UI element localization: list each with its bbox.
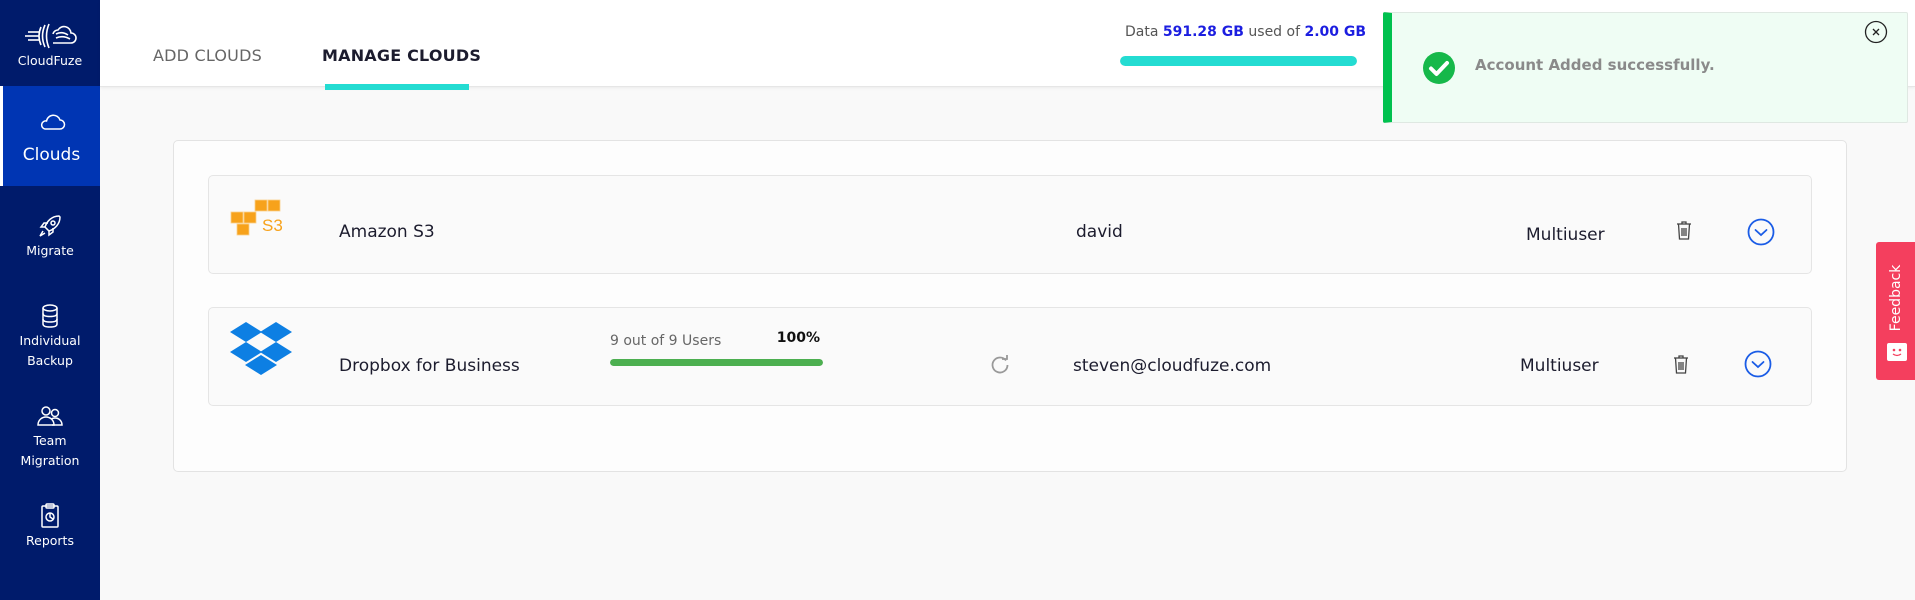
usage-middle: used of bbox=[1248, 24, 1301, 40]
sync-percent: 100% bbox=[776, 330, 820, 346]
users-icon bbox=[37, 406, 63, 426]
cloudfuze-logo-icon bbox=[25, 23, 77, 48]
expand-chevron-icon[interactable] bbox=[1744, 350, 1772, 378]
usage-used: 591.28 GB bbox=[1162, 24, 1244, 40]
storage-usage-fill bbox=[1120, 56, 1357, 66]
storage-usage-text: Data 591.28 GB used of 2.00 GB bbox=[1125, 24, 1366, 40]
sidebar-item-team-migration[interactable]: Team Migration bbox=[0, 386, 100, 486]
account-type: Multiuser bbox=[1520, 356, 1599, 376]
brand-logo[interactable]: CloudFuze bbox=[0, 0, 100, 86]
sidebar-item-reports[interactable]: Reports bbox=[0, 486, 100, 566]
database-icon bbox=[42, 304, 58, 328]
dropbox-logo-icon bbox=[230, 322, 292, 375]
sidebar-item-label: Reports bbox=[26, 533, 74, 548]
account-type: Multiuser bbox=[1526, 225, 1605, 245]
sidebar-item-label-line1: Individual bbox=[19, 333, 81, 348]
sidebar-item-individual-backup[interactable]: Individual Backup bbox=[0, 286, 100, 386]
cloud-name: Dropbox for Business bbox=[339, 356, 520, 376]
cloud-name: Amazon S3 bbox=[339, 222, 435, 242]
cloud-row-amazon-s3: S3 Amazon S3 david Multiuser bbox=[208, 175, 1812, 274]
trash-icon[interactable] bbox=[1671, 352, 1691, 376]
brand-name: CloudFuze bbox=[17, 52, 83, 68]
expand-chevron-icon[interactable] bbox=[1747, 218, 1775, 246]
sidebar-item-label-line1: Team bbox=[33, 433, 67, 448]
trash-icon[interactable] bbox=[1674, 218, 1694, 242]
tab-add-clouds[interactable]: ADD CLOUDS bbox=[153, 46, 262, 65]
feedback-label: Feedback bbox=[1887, 264, 1904, 332]
active-tab-indicator bbox=[325, 84, 469, 90]
sync-status-text: 9 out of 9 Users bbox=[610, 333, 722, 349]
sidebar: CloudFuze Clouds Migrate Individual Back… bbox=[0, 0, 100, 600]
sidebar-item-migrate[interactable]: Migrate bbox=[0, 186, 100, 286]
cloud-user: david bbox=[1076, 222, 1123, 242]
usage-prefix: Data bbox=[1125, 24, 1159, 40]
smiley-chat-icon bbox=[1887, 343, 1907, 361]
cloud-row-dropbox: Dropbox for Business 9 out of 9 Users 10… bbox=[208, 307, 1812, 406]
feedback-button[interactable]: Feedback bbox=[1876, 242, 1915, 380]
cloud-icon bbox=[40, 114, 65, 130]
toast-message: Account Added successfully. bbox=[1475, 56, 1715, 74]
sidebar-item-label-line2: Migration bbox=[20, 453, 80, 468]
check-circle-icon bbox=[1423, 52, 1455, 84]
sidebar-item-label: Clouds bbox=[22, 145, 81, 165]
close-icon[interactable] bbox=[1864, 20, 1888, 44]
rocket-icon bbox=[39, 215, 61, 237]
usage-total: 2.00 GB bbox=[1304, 24, 1367, 40]
sync-progress-bar bbox=[610, 359, 823, 366]
sync-progress-fill bbox=[610, 359, 823, 366]
clipboard-report-icon bbox=[41, 503, 59, 528]
cloud-user-email: steven@cloudfuze.com bbox=[1073, 356, 1272, 376]
tab-manage-clouds[interactable]: MANAGE CLOUDS bbox=[322, 46, 481, 65]
storage-usage-bar bbox=[1120, 56, 1357, 66]
sidebar-item-label: Migrate bbox=[26, 243, 74, 258]
svg-text:S3: S3 bbox=[262, 216, 283, 235]
clouds-panel: S3 Amazon S3 david Multiuser Dropbox for… bbox=[173, 140, 1847, 472]
amazon-s3-logo-icon: S3 bbox=[230, 199, 283, 236]
refresh-icon[interactable] bbox=[989, 354, 1011, 376]
sidebar-item-clouds[interactable]: Clouds bbox=[0, 86, 100, 186]
user-sync-progress: 9 out of 9 Users 100% bbox=[610, 330, 825, 366]
sidebar-item-label-line2: Backup bbox=[27, 353, 73, 368]
success-toast: Account Added successfully. bbox=[1383, 12, 1908, 123]
